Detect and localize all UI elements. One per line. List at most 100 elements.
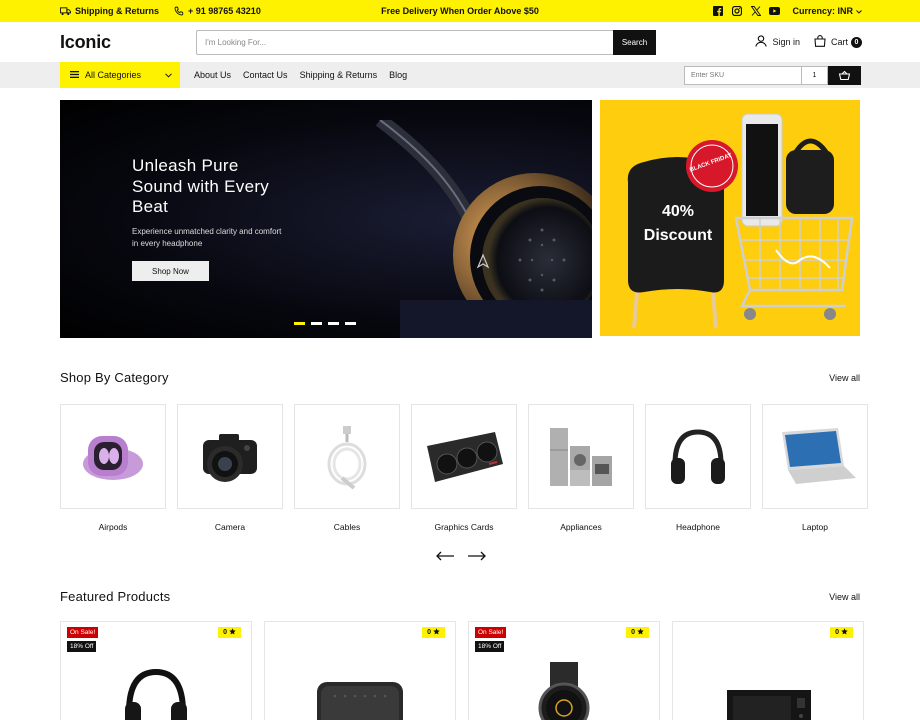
category-item-headphone[interactable]: Headphone xyxy=(645,404,751,532)
signin-link[interactable]: Sign in xyxy=(755,35,800,49)
promo-banner[interactable]: BLACK FRIDAY 40% Discount xyxy=(600,100,860,336)
featured-view-all-link[interactable]: View all xyxy=(829,592,860,602)
camera-image xyxy=(203,433,257,482)
bag-icon xyxy=(814,35,826,49)
microwave-product-image xyxy=(727,690,811,720)
menu-icon xyxy=(70,70,79,80)
sku-input[interactable] xyxy=(684,66,802,85)
rating-badge: 0 xyxy=(422,627,445,638)
smartwatch-product-image xyxy=(538,662,590,720)
category-item-cables[interactable]: Cables xyxy=(294,404,400,532)
category-thumbnail xyxy=(177,404,283,509)
search-bar: Search xyxy=(196,30,656,55)
category-item-airpods[interactable]: Airpods xyxy=(60,404,166,532)
category-item-camera[interactable]: Camera xyxy=(177,404,283,532)
page: Shipping & Returns + 91 98765 43210 Free… xyxy=(0,0,920,720)
rating-count: 0 xyxy=(427,629,431,636)
discount-text: 40% Discount xyxy=(643,203,713,244)
on-sale-badge: On Sale! xyxy=(67,627,99,638)
category-label: Appliances xyxy=(560,522,602,532)
category-thumbnail xyxy=(411,404,517,509)
shipping-returns-link[interactable]: Shipping & Returns xyxy=(60,6,159,17)
nav-link-about-us[interactable]: About Us xyxy=(194,70,231,80)
currency-selector[interactable]: Currency: INR xyxy=(792,6,862,16)
navbar: All Categories About Us Contact Us Shipp… xyxy=(0,62,920,88)
speaker-product-image xyxy=(317,682,403,720)
on-sale-badge: On Sale! xyxy=(475,627,507,638)
chevron-down-icon xyxy=(165,70,172,80)
category-label: Cables xyxy=(333,522,361,532)
header: Iconic Search Sign in Cart 0 xyxy=(0,22,920,62)
star-icon xyxy=(637,628,644,637)
category-item-appliances[interactable]: Appliances xyxy=(528,404,634,532)
instagram-icon[interactable] xyxy=(731,6,742,17)
product-card[interactable]: 0 xyxy=(264,621,456,720)
search-button[interactable]: Search xyxy=(613,30,656,55)
rating-count: 0 xyxy=(631,629,635,636)
graphics-card-image xyxy=(427,431,503,482)
arrow-left-icon[interactable] xyxy=(436,548,455,566)
rating-count: 0 xyxy=(223,629,227,636)
shipping-returns-label: Shipping & Returns xyxy=(75,6,159,16)
cable-image xyxy=(327,425,367,490)
add-to-cart-button[interactable] xyxy=(828,66,861,85)
featured-title: Featured Products xyxy=(60,589,171,604)
star-icon xyxy=(433,628,440,637)
category-thumbnail xyxy=(60,404,166,509)
category-label: Graphics Cards xyxy=(434,522,494,532)
arrow-right-icon[interactable] xyxy=(467,548,486,566)
category-label: Airpods xyxy=(98,522,128,532)
all-categories-label: All Categories xyxy=(85,70,142,80)
rating-badge: 0 xyxy=(830,627,853,638)
chevron-down-icon xyxy=(856,6,862,16)
nav-link-shipping-returns[interactable]: Shipping & Returns xyxy=(300,70,378,80)
hero-slider: Unleash Pure Sound with Every Beat Exper… xyxy=(60,100,592,338)
free-delivery-text: Free Delivery When Order Above $50 xyxy=(381,6,539,16)
discount-badge: 18% Off xyxy=(475,641,505,652)
category-thumbnail xyxy=(294,404,400,509)
category-list: Airpods Camera Cables Graphics Cards App… xyxy=(60,404,868,532)
category-label: Headphone xyxy=(676,522,720,532)
quantity-field[interactable]: 1 xyxy=(802,66,828,85)
category-thumbnail xyxy=(762,404,868,509)
user-icon xyxy=(755,35,768,49)
signin-label: Sign in xyxy=(772,37,800,47)
phone-icon xyxy=(173,6,184,17)
airpods-image xyxy=(83,435,143,480)
product-card[interactable]: On Sale! 18% Off 0 xyxy=(468,621,660,720)
cart-link[interactable]: Cart 0 xyxy=(814,35,862,49)
category-item-graphics-cards[interactable]: Graphics Cards xyxy=(411,404,517,532)
slider-dot[interactable] xyxy=(328,322,339,325)
facebook-icon[interactable] xyxy=(712,6,723,17)
appliances-image xyxy=(550,427,612,486)
product-card[interactable]: On Sale! 18% Off 0 xyxy=(60,621,252,720)
shop-now-button[interactable]: Shop Now xyxy=(132,261,209,281)
youtube-icon[interactable] xyxy=(769,6,781,17)
categories-title: Shop By Category xyxy=(60,370,169,385)
hero-subtitle: Experience unmatched clarity and comfort… xyxy=(132,227,282,248)
x-icon[interactable] xyxy=(750,6,761,17)
slider-dots xyxy=(294,322,356,325)
basket-icon xyxy=(838,68,851,83)
rating-badge: 0 xyxy=(626,627,649,638)
product-card[interactable]: 0 xyxy=(672,621,864,720)
nav-link-contact-us[interactable]: Contact Us xyxy=(243,70,288,80)
slider-dot[interactable] xyxy=(311,322,322,325)
nav-link-blog[interactable]: Blog xyxy=(389,70,407,80)
categories-view-all-link[interactable]: View all xyxy=(829,373,860,383)
truck-icon xyxy=(60,6,71,17)
logo[interactable]: Iconic xyxy=(60,32,111,53)
category-thumbnail xyxy=(528,404,634,509)
all-categories-dropdown[interactable]: All Categories xyxy=(60,62,180,88)
category-label: Laptop xyxy=(802,522,828,532)
category-thumbnail xyxy=(645,404,751,509)
laptop-image xyxy=(782,427,856,484)
category-slider-arrows xyxy=(436,548,486,566)
slider-dot[interactable] xyxy=(294,322,305,325)
phone-link[interactable]: + 91 98765 43210 xyxy=(173,6,261,17)
slider-dot[interactable] xyxy=(345,322,356,325)
hero-title: Unleash Pure Sound with Every Beat xyxy=(132,156,270,216)
search-input[interactable] xyxy=(196,30,613,55)
star-icon xyxy=(229,628,236,637)
category-item-laptop[interactable]: Laptop xyxy=(762,404,868,532)
